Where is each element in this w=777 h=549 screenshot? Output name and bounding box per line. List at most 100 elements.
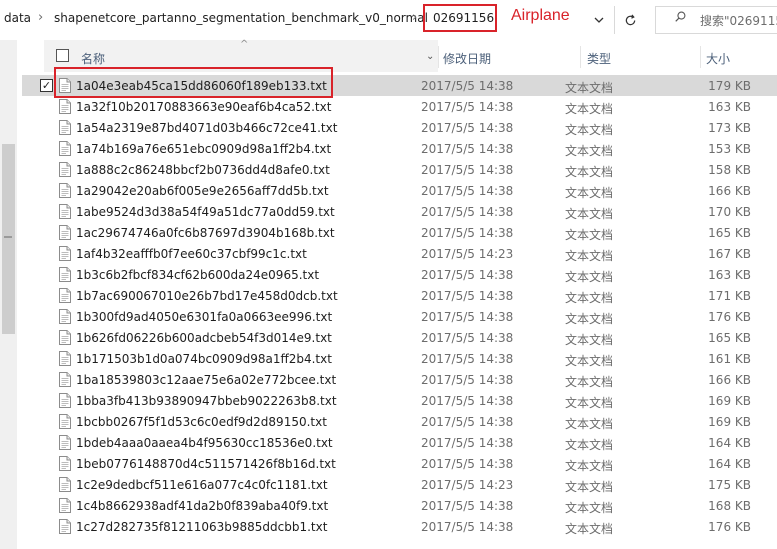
file-name[interactable]: 1b626fd06226b600adcbeb54f3d014e9.txt — [76, 331, 332, 345]
file-type: 文本文档 — [565, 144, 614, 158]
column-header-size[interactable]: 大小 — [702, 40, 777, 72]
text-file-icon — [59, 351, 71, 366]
breadcrumb-benchmark[interactable]: shapenetcore_partanno_segmentation_bench… — [54, 11, 428, 25]
file-row[interactable]: 1af4b32eafffb0f7ee60c37cbf99c1c.txt 2017/… — [22, 243, 777, 264]
file-type: 文本文档 — [565, 102, 614, 116]
refresh-button[interactable] — [614, 6, 645, 34]
file-row[interactable]: 1c4b8662938adf41da2b0f839aba40f9.txt 2017… — [22, 495, 777, 516]
breadcrumb-separator-icon[interactable]: › — [412, 10, 417, 25]
file-name[interactable]: 1ac29674746a0fc6b87697d3904b168b.txt — [76, 226, 335, 240]
file-size: 171 KB — [708, 289, 751, 303]
file-row[interactable]: 1b3c6b2fbcf834cf62b600da24e0965.txt 2017/… — [22, 264, 777, 285]
file-size: 173 KB — [708, 121, 751, 135]
file-row[interactable]: 1bcbb0267f5f1d53c6c0edf9d2d89150.txt 2017… — [22, 411, 777, 432]
file-row[interactable]: 1bba3fb413b93890947bbeb9022263b8.txt 2017… — [22, 390, 777, 411]
file-name[interactable]: 1c27d282735f81211063b9885ddcbb1.txt — [76, 520, 327, 534]
column-header: ^ 名称 ⌄ 修改日期 类型 大小 — [22, 39, 777, 72]
file-row[interactable]: 1b300fd9ad4050e6301fa0a0663ee996.txt 2017… — [22, 306, 777, 327]
file-name[interactable]: 1b171503b1d0a074bc0909d98a1ff2b4.txt — [76, 352, 332, 366]
file-row[interactable]: 1ba18539803c12aae75e6a02e772bcee.txt 2017… — [22, 369, 777, 390]
file-row[interactable]: 1a74b169a76e651ebc0909d98a1ff2b4.txt 2017… — [22, 138, 777, 159]
file-row[interactable]: 1a888c2c86248bbcf2b0736dd4d8afe0.txt 2017… — [22, 159, 777, 180]
select-all-checkbox[interactable] — [56, 49, 69, 62]
search-icon — [675, 11, 686, 22]
file-modified-date: 2017/5/5 14:38 — [421, 289, 514, 303]
file-row[interactable]: 1beb0776148870d4c511571426f8b16d.txt 2017… — [22, 453, 777, 474]
file-size: 164 KB — [708, 436, 751, 450]
file-modified-date: 2017/5/5 14:38 — [421, 331, 514, 345]
column-divider[interactable] — [700, 46, 701, 68]
file-name[interactable]: 1b300fd9ad4050e6301fa0a0663ee996.txt — [76, 310, 332, 324]
file-row[interactable]: 1a54a2319e87bd4071d03b466c72ce41.txt 2017… — [22, 117, 777, 138]
file-size: 179 KB — [708, 79, 751, 93]
chevron-down-icon[interactable]: ⌄ — [426, 51, 434, 62]
file-name[interactable]: 1a29042e20ab6f005e9e2656aff7dd5b.txt — [76, 184, 329, 198]
column-label-type: 类型 — [587, 52, 612, 66]
file-modified-date: 2017/5/5 14:38 — [421, 142, 514, 156]
file-row[interactable]: 1a32f10b20170883663e90eaf6b4ca52.txt 2017… — [22, 96, 777, 117]
column-divider[interactable] — [580, 46, 581, 68]
text-file-icon — [59, 309, 71, 324]
file-row[interactable]: 1b171503b1d0a074bc0909d98a1ff2b4.txt 2017… — [22, 348, 777, 369]
file-type: 文本文档 — [565, 459, 614, 473]
breadcrumb-data[interactable]: data — [4, 11, 31, 25]
file-row[interactable]: 1b7ac690067010e26b7bd17e458d0dcb.txt 2017… — [22, 285, 777, 306]
refresh-icon — [625, 14, 635, 25]
file-modified-date: 2017/5/5 14:38 — [421, 499, 514, 513]
file-row[interactable]: 1a29042e20ab6f005e9e2656aff7dd5b.txt 2017… — [22, 180, 777, 201]
text-file-icon — [59, 519, 71, 534]
file-name[interactable]: 1b3c6b2fbcf834cf62b600da24e0965.txt — [76, 268, 319, 282]
file-name[interactable]: 1bba3fb413b93890947bbeb9022263b8.txt — [76, 394, 337, 408]
annotation-label: Airplane — [511, 7, 570, 24]
address-history-button[interactable] — [585, 6, 613, 34]
file-row[interactable]: 1bdeb4aaa0aaea4b4f95630cc18536e0.txt 2017… — [22, 432, 777, 453]
file-name[interactable]: 1a888c2c86248bbcf2b0736dd4d8afe0.txt — [76, 163, 330, 177]
file-modified-date: 2017/5/5 14:38 — [421, 205, 514, 219]
file-modified-date: 2017/5/5 14:38 — [421, 100, 514, 114]
file-modified-date: 2017/5/5 14:38 — [421, 226, 514, 240]
file-row[interactable]: 1ac29674746a0fc6b87697d3904b168b.txt 2017… — [22, 222, 777, 243]
text-file-icon — [59, 267, 71, 282]
text-file-icon — [59, 477, 71, 492]
breadcrumb-current-folder[interactable]: 02691156 — [433, 11, 494, 25]
text-file-icon — [59, 78, 71, 93]
file-modified-date: 2017/5/5 14:38 — [421, 163, 514, 177]
file-name[interactable]: 1a04e3eab45ca15dd86060f189eb133.txt — [76, 79, 327, 93]
file-type: 文本文档 — [565, 81, 614, 95]
file-size: 153 KB — [708, 142, 751, 156]
column-header-date[interactable]: 修改日期 — [440, 40, 580, 72]
file-name[interactable]: 1bcbb0267f5f1d53c6c0edf9d2d89150.txt — [76, 415, 327, 429]
file-row[interactable]: 1c2e9dedbcf511e616a077c4c0fc1181.txt 2017… — [22, 474, 777, 495]
breadcrumb-separator-icon[interactable]: › — [38, 10, 43, 25]
file-row[interactable]: 1c27d282735f81211063b9885ddcbb1.txt 2017/… — [22, 516, 777, 537]
address-bar[interactable]: data › shapenetcore_partanno_segmentatio… — [0, 0, 777, 40]
column-divider[interactable] — [438, 46, 439, 68]
file-name[interactable]: 1a74b169a76e651ebc0909d98a1ff2b4.txt — [76, 142, 331, 156]
column-header-name[interactable]: ^ 名称 ⌄ — [44, 39, 438, 72]
file-name[interactable]: 1a32f10b20170883663e90eaf6b4ca52.txt — [76, 100, 331, 114]
file-row[interactable]: ✓ 1a04e3eab45ca15dd86060f189eb133.txt 2017… — [22, 75, 777, 96]
text-file-icon — [59, 120, 71, 135]
search-input[interactable]: 搜索"02691156" — [700, 12, 777, 29]
file-name[interactable]: 1c2e9dedbcf511e616a077c4c0fc1181.txt — [76, 478, 328, 492]
file-size: 175 KB — [708, 478, 751, 492]
file-list[interactable]: ✓ 1a04e3eab45ca15dd86060f189eb133.txt 2017… — [22, 75, 777, 549]
row-checkbox[interactable]: ✓ — [40, 79, 53, 92]
nav-scrollbar-thumb[interactable] — [2, 144, 15, 334]
file-row[interactable]: 1b626fd06226b600adcbeb54f3d014e9.txt 2017… — [22, 327, 777, 348]
file-type: 文本文档 — [565, 165, 614, 179]
file-name[interactable]: 1ba18539803c12aae75e6a02e772bcee.txt — [76, 373, 336, 387]
file-name[interactable]: 1af4b32eafffb0f7ee60c37cbf99c1c.txt — [76, 247, 307, 261]
column-header-type[interactable]: 类型 — [582, 40, 700, 72]
file-name[interactable]: 1abe9524d3d38a54f49a51dc77a0dd59.txt — [76, 205, 335, 219]
file-name[interactable]: 1a54a2319e87bd4071d03b466c72ce41.txt — [76, 121, 337, 135]
file-row[interactable]: 1abe9524d3d38a54f49a51dc77a0dd59.txt 2017… — [22, 201, 777, 222]
file-name[interactable]: 1b7ac690067010e26b7bd17e458d0dcb.txt — [76, 289, 338, 303]
text-file-icon — [59, 330, 71, 345]
file-modified-date: 2017/5/5 14:38 — [421, 436, 514, 450]
file-type: 文本文档 — [565, 123, 614, 137]
file-name[interactable]: 1beb0776148870d4c511571426f8b16d.txt — [76, 457, 336, 471]
file-name[interactable]: 1bdeb4aaa0aaea4b4f95630cc18536e0.txt — [76, 436, 333, 450]
file-type: 文本文档 — [565, 186, 614, 200]
file-name[interactable]: 1c4b8662938adf41da2b0f839aba40f9.txt — [76, 499, 328, 513]
